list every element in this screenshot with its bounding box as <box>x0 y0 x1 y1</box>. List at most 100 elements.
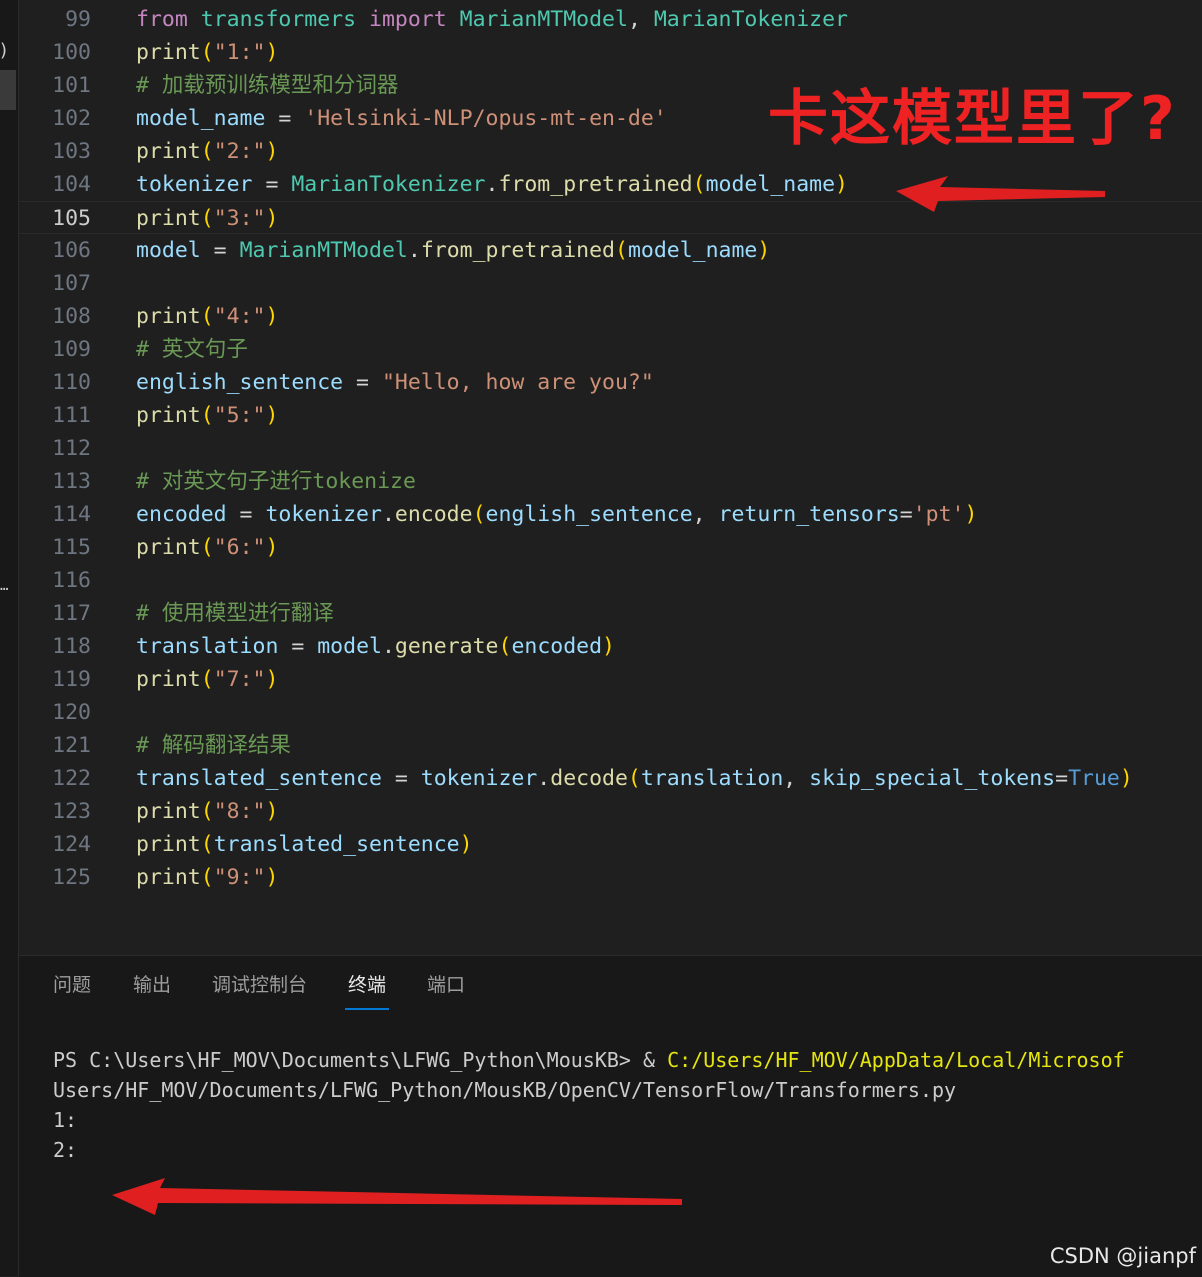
code-token: MarianMTModel <box>459 7 628 32</box>
code-text: print("6:") <box>136 531 278 564</box>
code-token: "1:" <box>213 40 266 65</box>
code-token: , <box>783 766 810 791</box>
code-text: encoded = tokenizer.encode(english_sente… <box>136 498 977 531</box>
code-token: , <box>627 7 654 32</box>
code-text: # 英文句子 <box>136 333 248 366</box>
terminal-output-line: 1: <box>53 1108 78 1132</box>
code-token: ) <box>265 403 279 428</box>
code-line[interactable]: 117 # 使用模型进行翻译 <box>19 597 1202 630</box>
code-line[interactable]: 104 tokenizer = MarianTokenizer.from_pret… <box>19 168 1202 201</box>
tab-problems[interactable]: 问题 <box>53 970 91 997</box>
code-line[interactable]: 118 translation = model.generate(encoded) <box>19 630 1202 663</box>
line-number: 113 <box>52 469 91 494</box>
annotation-label: 卡这模型里了? <box>768 84 1177 154</box>
code-token: ( <box>200 139 214 164</box>
code-token: ) <box>757 238 771 263</box>
code-line[interactable]: 119 print("7:") <box>19 663 1202 696</box>
code-token: # 使用模型进行翻译 <box>136 601 334 626</box>
code-token: "3:" <box>213 206 266 231</box>
code-token: , <box>692 502 719 527</box>
code-token: print <box>136 403 201 428</box>
code-token: encoded <box>136 502 227 527</box>
more-icon[interactable]: … <box>0 578 8 594</box>
code-token: ( <box>200 832 214 857</box>
line-number: 114 <box>52 502 91 527</box>
code-text: # 对英文句子进行tokenize <box>136 465 416 498</box>
code-token: = <box>252 172 292 197</box>
code-token: MarianMTModel <box>239 238 408 263</box>
cropped-glyph: ) <box>0 40 8 61</box>
code-token: ) <box>265 535 279 560</box>
line-number: 115 <box>52 535 91 560</box>
code-token: # 英文句子 <box>136 337 248 362</box>
code-line[interactable]: 112 <box>19 432 1202 465</box>
code-line[interactable]: 106 model = MarianMTModel.from_pretrained… <box>19 234 1202 267</box>
code-token: ) <box>265 865 279 890</box>
code-line[interactable]: 116 <box>19 564 1202 597</box>
terminal-prompt: PS C:\Users\HF_MOV\Documents\LFWG_Python… <box>53 1048 668 1072</box>
code-token: ( <box>692 172 706 197</box>
code-text: from transformers import MarianMTModel, … <box>136 3 848 36</box>
code-token: ( <box>627 766 641 791</box>
code-line[interactable]: 125 print("9:") <box>19 861 1202 894</box>
code-line[interactable]: 100 print("1:") <box>19 36 1202 69</box>
code-line[interactable]: 122 translated_sentence = tokenizer.decod… <box>19 762 1202 795</box>
code-token: = <box>278 634 318 659</box>
code-line[interactable]: 123 print("8:") <box>19 795 1202 828</box>
code-token: ( <box>200 667 214 692</box>
code-line[interactable]: 115 print("6:") <box>19 531 1202 564</box>
tab-debug-console[interactable]: 调试控制台 <box>212 970 307 997</box>
code-token: 'Helsinki-NLP/opus-mt-en-de' <box>304 106 667 131</box>
code-line[interactable]: 120 <box>19 696 1202 729</box>
code-line[interactable]: 124 print(translated_sentence) <box>19 828 1202 861</box>
line-number: 116 <box>52 568 91 593</box>
code-token: ) <box>265 799 279 824</box>
code-token: # 对英文句子进行tokenize <box>136 469 416 494</box>
code-token: print <box>136 832 201 857</box>
code-token: from_pretrained <box>498 172 693 197</box>
code-text: print(translated_sentence) <box>136 828 473 861</box>
code-token: . <box>381 634 395 659</box>
line-number: 124 <box>52 832 91 857</box>
code-token: encode <box>394 502 473 527</box>
code-line[interactable]: 113 # 对英文句子进行tokenize <box>19 465 1202 498</box>
code-token: = <box>381 766 421 791</box>
line-number: 117 <box>52 601 91 626</box>
code-token: = <box>226 502 266 527</box>
line-number: 108 <box>52 304 91 329</box>
code-token: ) <box>265 667 279 692</box>
code-line[interactable]: 105 print("3:") <box>19 201 1202 234</box>
code-token: ) <box>265 40 279 65</box>
code-token: # 解码翻译结果 <box>136 733 291 758</box>
code-line[interactable]: 111 print("5:") <box>19 399 1202 432</box>
code-token: ( <box>200 304 214 329</box>
code-token: ) <box>1119 766 1133 791</box>
code-token: print <box>136 865 201 890</box>
code-token: model <box>317 634 382 659</box>
terminal-command-line[interactable]: PS C:\Users\HF_MOV\Documents\LFWG_Python… <box>53 1045 1125 1075</box>
code-token: ( <box>200 40 214 65</box>
line-number: 101 <box>52 73 91 98</box>
tab-terminal[interactable]: 终端 <box>348 970 386 997</box>
code-text: print("7:") <box>136 663 278 696</box>
code-line[interactable]: 99 from transformers import MarianMTModel… <box>19 3 1202 36</box>
code-token: translated_sentence <box>136 766 382 791</box>
code-token: . <box>537 766 551 791</box>
code-line[interactable]: 108 print("4:") <box>19 300 1202 333</box>
code-line[interactable]: 107 <box>19 267 1202 300</box>
code-line[interactable]: 121 # 解码翻译结果 <box>19 729 1202 762</box>
code-line[interactable]: 109 # 英文句子 <box>19 333 1202 366</box>
tab-output[interactable]: 输出 <box>133 970 171 997</box>
terminal-exe-path: C:/Users/HF_MOV/AppData/Local/Microsof <box>667 1048 1125 1072</box>
code-text: model = MarianMTModel.from_pretrained(mo… <box>136 234 770 267</box>
line-number: 119 <box>52 667 91 692</box>
code-text: translation = model.generate(encoded) <box>136 630 615 663</box>
tab-ports[interactable]: 端口 <box>427 970 465 997</box>
code-token: encoded <box>511 634 603 659</box>
code-token: english_sentence <box>485 502 693 527</box>
code-line[interactable]: 114 encoded = tokenizer.encode(english_se… <box>19 498 1202 531</box>
code-line[interactable]: 110 english_sentence = "Hello, how are yo… <box>19 366 1202 399</box>
code-token: ( <box>614 238 628 263</box>
watermark: CSDN @jianpf <box>1049 1244 1196 1268</box>
